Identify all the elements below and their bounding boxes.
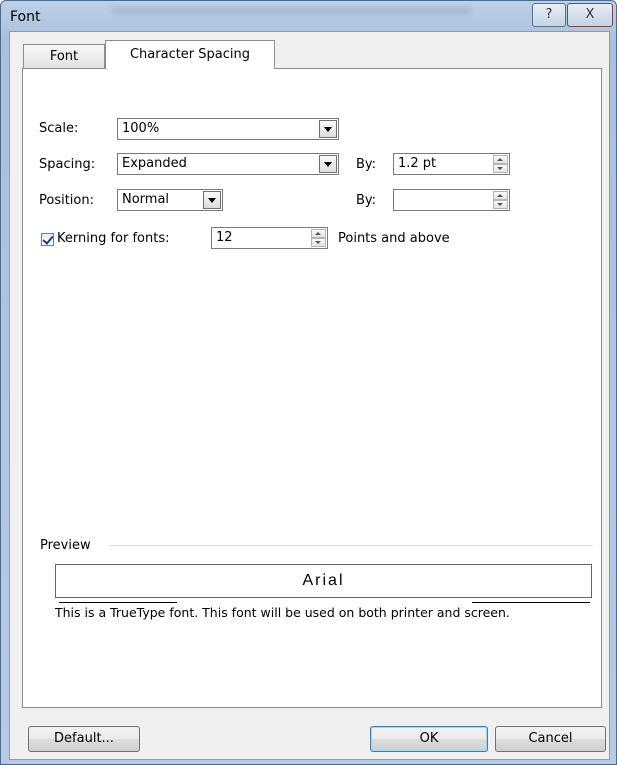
close-icon: X [585, 7, 595, 22]
font-dialog-window: Font ? X Font Character Spacing Scale: 1… [0, 0, 617, 765]
help-button[interactable]: ? [532, 3, 566, 27]
spinner-buttons [311, 229, 326, 247]
help-icon: ? [545, 7, 553, 22]
tab-character-spacing-label: Character Spacing [129, 47, 251, 62]
default-button-label: Default... [54, 731, 114, 746]
close-button[interactable]: X [567, 3, 613, 27]
cancel-button[interactable]: Cancel [495, 726, 606, 752]
spin-up-icon[interactable] [493, 155, 508, 164]
spin-down-icon[interactable] [311, 238, 326, 247]
spin-up-icon[interactable] [311, 229, 326, 238]
spinner-buttons [493, 155, 508, 173]
background-blur [111, 7, 471, 15]
preview-box: Arial [55, 564, 592, 603]
scale-combo[interactable]: 100% [117, 118, 339, 140]
spacing-by-label: By: [356, 157, 377, 172]
scale-label: Scale: [39, 121, 79, 136]
position-by-spinner[interactable] [393, 189, 510, 211]
position-label: Position: [39, 193, 94, 208]
kerning-suffix: Points and above [338, 231, 450, 246]
spacing-value: Expanded [122, 156, 187, 171]
preview-description: This is a TrueType font. This font will … [55, 605, 510, 620]
spin-up-icon[interactable] [493, 191, 508, 200]
tab-font-label: Font [49, 49, 79, 64]
chevron-down-icon[interactable] [319, 155, 337, 173]
spinner-buttons [493, 191, 508, 209]
chevron-down-icon[interactable] [203, 191, 221, 209]
spin-down-icon[interactable] [493, 164, 508, 173]
position-value: Normal [122, 192, 170, 207]
ok-button[interactable]: OK [370, 726, 488, 752]
spacing-combo[interactable]: Expanded [117, 153, 339, 175]
kerning-value: 12 [216, 230, 233, 245]
preview-sample-text: Arial [302, 572, 345, 589]
tab-font[interactable]: Font [23, 44, 105, 68]
default-button[interactable]: Default... [28, 726, 140, 752]
spacing-by-value: 1.2 pt [398, 156, 437, 171]
chevron-down-icon[interactable] [319, 120, 337, 138]
spin-down-icon[interactable] [493, 200, 508, 209]
window-title: Font [10, 9, 41, 25]
position-combo[interactable]: Normal [117, 189, 223, 211]
cancel-button-label: Cancel [528, 731, 573, 746]
kerning-label: Kerning for fonts: [57, 231, 170, 246]
tab-character-spacing[interactable]: Character Spacing [105, 40, 275, 69]
kerning-spinner[interactable]: 12 [211, 227, 328, 249]
spacing-label: Spacing: [39, 157, 96, 172]
spacing-by-spinner[interactable]: 1.2 pt [393, 153, 510, 175]
preview-baseline-right [472, 602, 590, 603]
position-by-label: By: [356, 193, 377, 208]
preview-divider [109, 545, 593, 546]
preview-label: Preview [40, 538, 91, 553]
scale-value: 100% [122, 121, 160, 136]
title-bar[interactable]: Font ? X [1, 1, 616, 31]
preview-baseline-left [59, 602, 177, 603]
kerning-checkbox[interactable] [41, 233, 54, 246]
ok-button-label: OK [419, 731, 439, 746]
